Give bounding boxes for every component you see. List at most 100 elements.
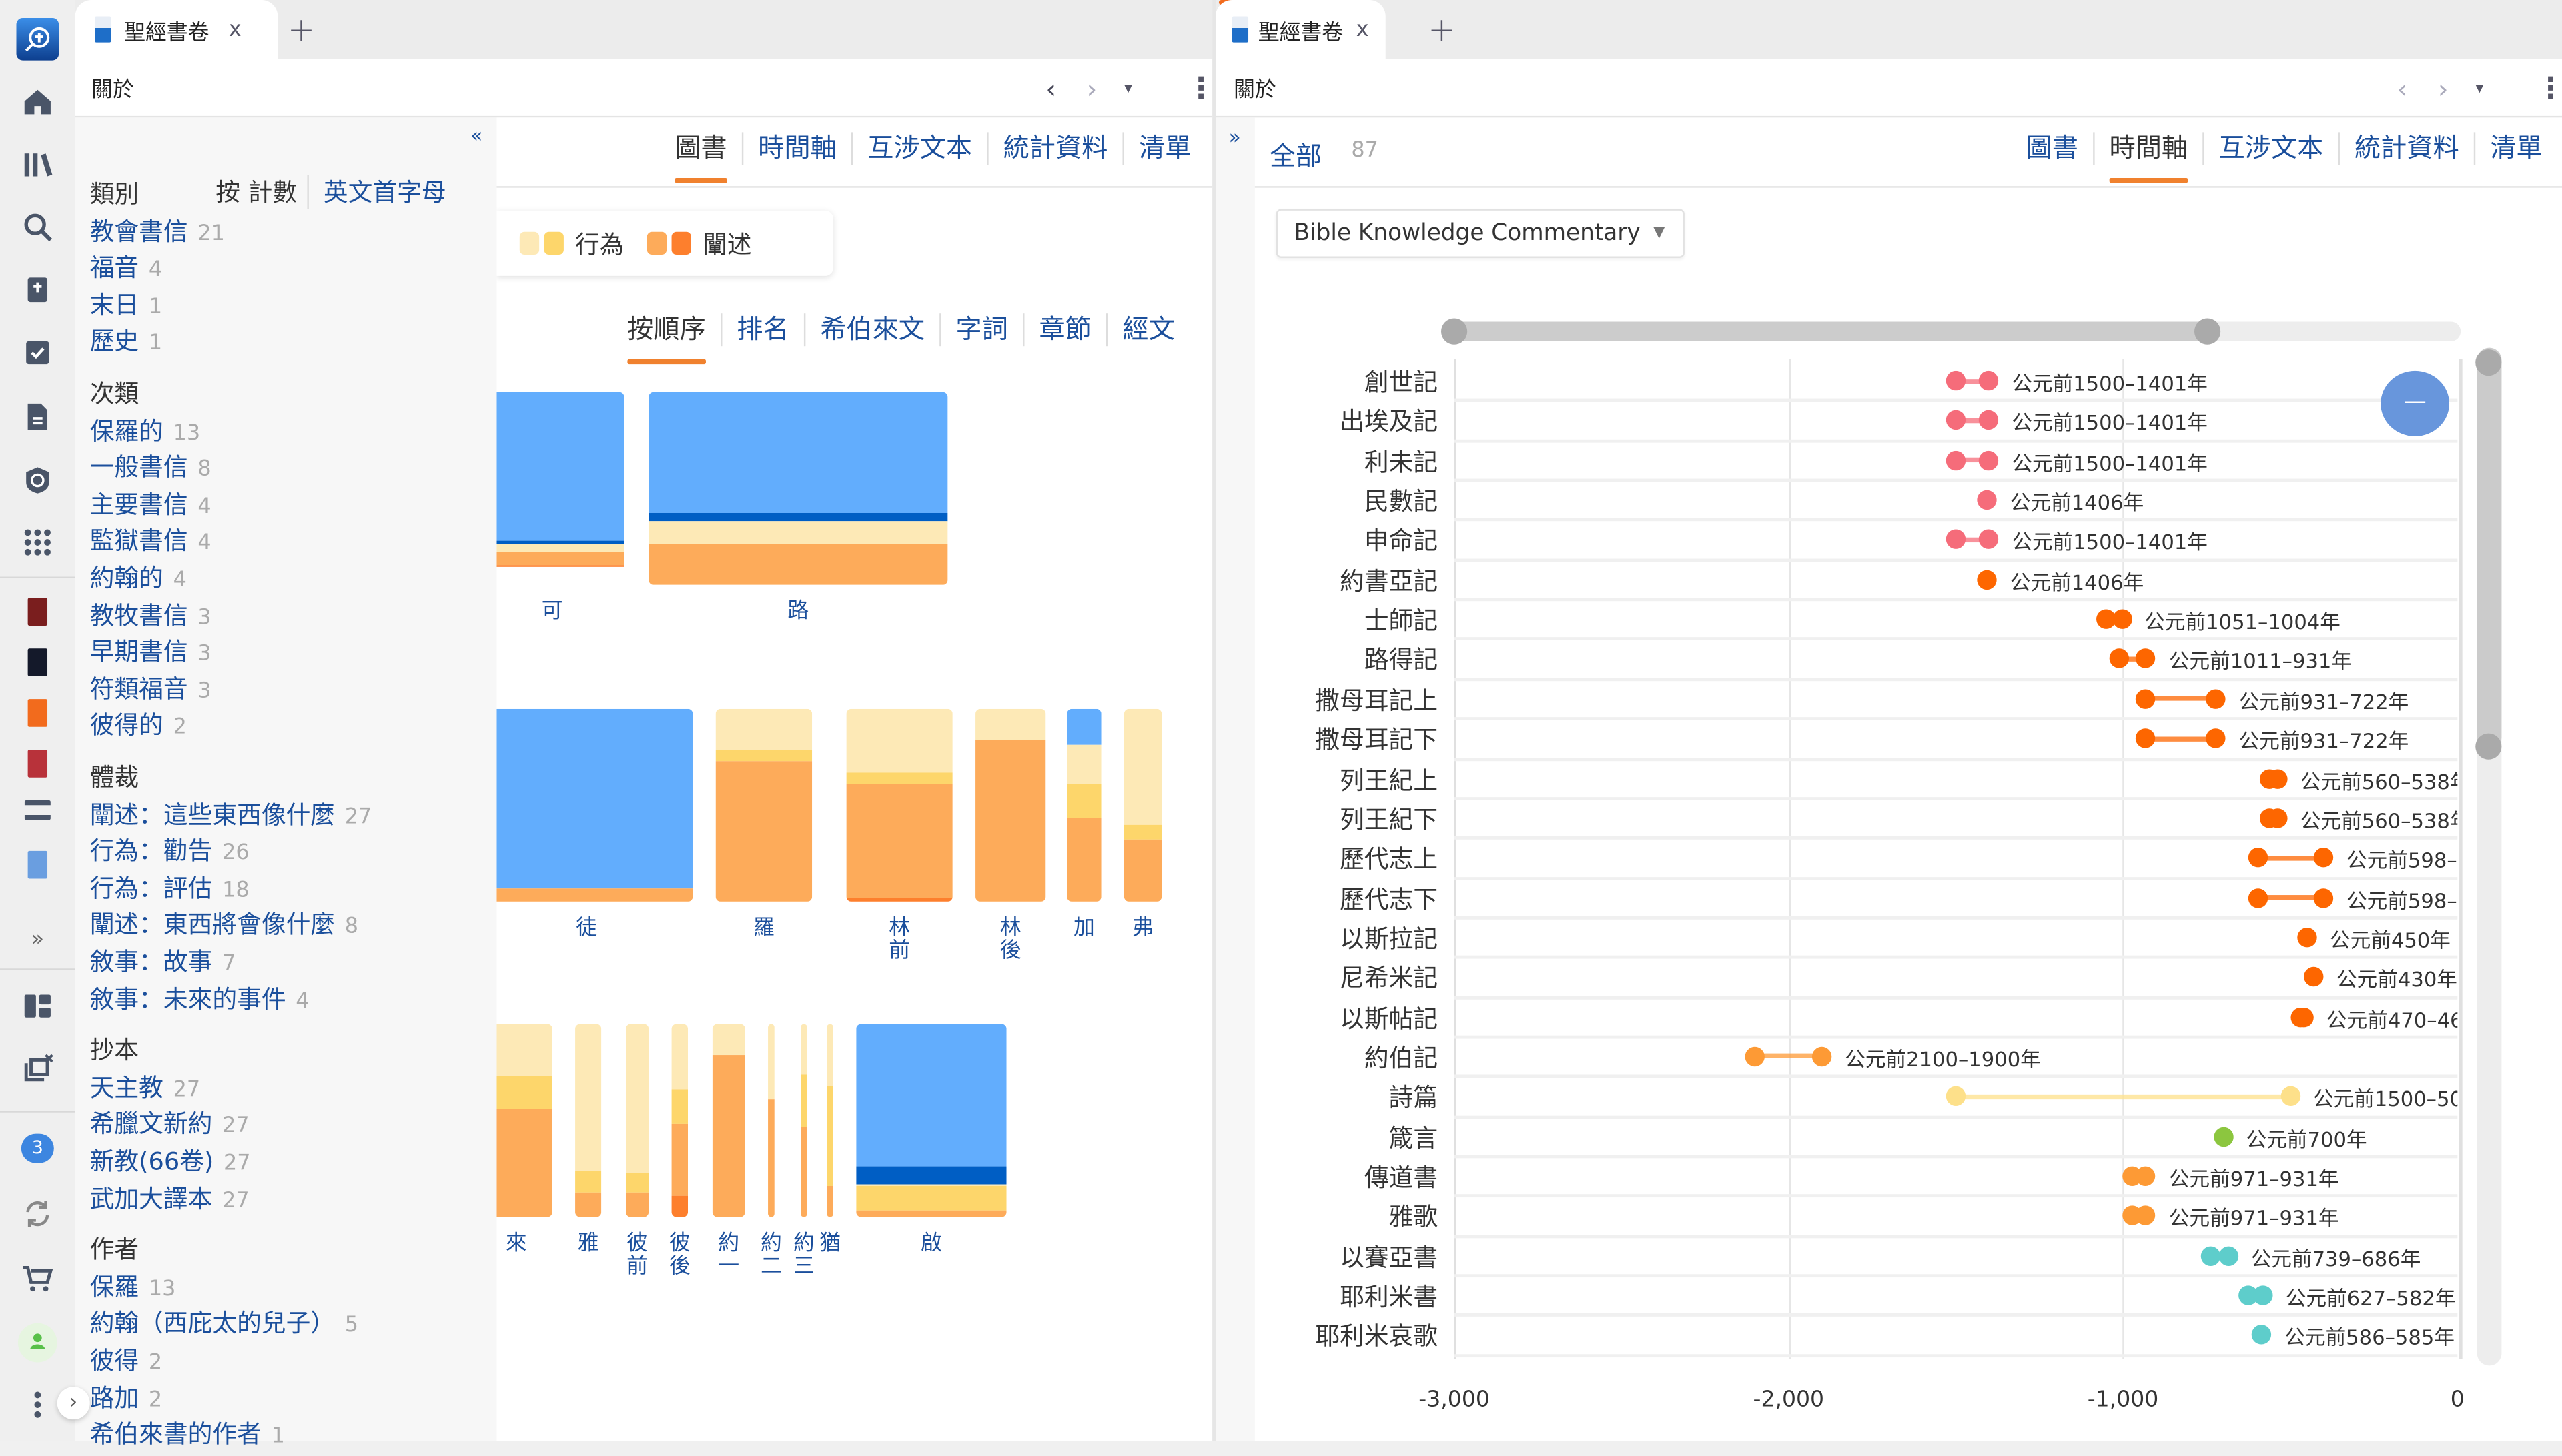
filter-item[interactable]: 行為：勸告 26 [90,833,250,872]
filter-item[interactable]: 保羅的 13 [90,413,200,452]
bible-add-icon[interactable] [18,271,57,311]
treemap-label[interactable]: 啟 [915,1233,947,1256]
treemap-book[interactable] [1124,708,1162,902]
treemap-book[interactable] [575,1024,602,1217]
commentary-select[interactable]: Bible Knowledge Commentary ▼ [1276,209,1685,258]
treemap-label[interactable]: 羅 [747,917,780,940]
sync-icon[interactable] [18,1194,57,1233]
tab-統計資料[interactable]: 統計資料 [987,132,1122,165]
treemap-book[interactable] [712,1024,745,1217]
range-handle-end[interactable] [2193,318,2220,345]
treemap-label[interactable]: 可 [536,600,568,624]
book-thumb-red[interactable] [27,598,48,626]
treemap-book[interactable] [801,1024,807,1217]
zoom-out-button[interactable]: — [2381,370,2450,436]
range-handle-start[interactable] [1441,318,1468,345]
document-icon[interactable] [18,397,57,436]
treemap-book[interactable] [768,1024,775,1217]
expand-appbar-button[interactable]: › [57,1387,90,1420]
filter-item[interactable]: 末日 1 [90,287,162,327]
filter-item[interactable]: 監獄書信 4 [90,524,211,563]
close-tab-button[interactable]: x [1356,17,1369,42]
treemap-book[interactable] [856,1024,1007,1217]
tab-時間軸[interactable]: 時間軸 [741,132,851,165]
treemap-label[interactable]: 弗 [1127,917,1160,940]
filter-item[interactable]: 敘事：故事 7 [90,944,236,984]
history-dropdown[interactable]: ▾ [1124,59,1132,117]
close-panels-icon[interactable] [18,1048,57,1088]
account-icon[interactable] [17,1323,57,1363]
filter-item[interactable]: 保羅 13 [90,1269,176,1308]
treemap-book[interactable] [496,708,693,902]
tab-希伯來文[interactable]: 希伯來文 [803,313,939,347]
filter-item[interactable]: 一般書信 8 [90,450,211,489]
home-icon[interactable] [18,81,57,121]
tab-互涉文本[interactable]: 互涉文本 [851,132,987,165]
treemap-label[interactable]: 林前 [883,917,916,964]
checklist-icon[interactable] [18,333,57,373]
treemap-book[interactable] [625,1024,649,1217]
library-icon[interactable] [18,145,57,185]
filter-item[interactable]: 教會書信 21 [90,213,225,253]
tab-圖書[interactable]: 圖書 [2012,132,2093,165]
tab-清單[interactable]: 清單 [2473,132,2557,165]
filter-item[interactable]: 早期書信 3 [90,634,211,674]
filter-item[interactable]: 行為：評估 18 [90,870,250,910]
filter-item[interactable]: 敘事：未來的事件 4 [90,981,310,1020]
cart-icon[interactable] [18,1259,57,1299]
tab-排名[interactable]: 排名 [720,313,804,347]
filter-item[interactable]: 希臘文新約 27 [90,1107,250,1146]
filter-item[interactable]: 彼得的 2 [90,708,187,747]
more-books-button[interactable]: » [0,928,75,952]
date-range-slider[interactable] [1447,321,2461,341]
shield-icon[interactable] [18,461,57,500]
filter-item[interactable]: 彼得 2 [90,1343,162,1382]
filter-item[interactable]: 希伯來書的作者 1 [90,1417,285,1456]
expand-sidebar-button[interactable]: » [1229,126,1241,149]
panel-menu-button[interactable]: ⋮ [2536,59,2562,117]
book-thumb-stack[interactable] [24,800,51,820]
treemap-book[interactable] [649,392,948,585]
treemap-label[interactable]: 林後 [994,917,1027,964]
filter-item[interactable]: 約翰的 4 [90,560,187,600]
book-thumb-esv[interactable] [27,699,48,727]
history-dropdown[interactable]: ▾ [2475,59,2483,117]
filter-all-link[interactable]: 全部 [1270,134,1322,173]
book-thumb-black[interactable] [27,648,48,676]
filter-item[interactable]: 符類福音 3 [90,671,211,710]
new-tab-button[interactable]: + [1428,10,1455,49]
treemap-label[interactable]: 彼前 [621,1233,654,1279]
treemap-label[interactable]: 徒 [570,917,603,940]
treemap-book[interactable] [715,708,813,902]
treemap-label[interactable]: 約一 [713,1233,745,1279]
tab-統計資料[interactable]: 統計資料 [2338,132,2473,165]
tab-按順序[interactable]: 按順序 [612,313,721,365]
treemap-book[interactable] [975,708,1046,902]
collapse-sidebar-button[interactable]: « [470,124,482,147]
back-button[interactable]: ‹ [1045,59,1056,117]
treemap-label[interactable]: 雅 [572,1233,604,1256]
treemap-label[interactable]: 猶 [814,1233,847,1256]
treemap-label[interactable]: 約二 [755,1233,787,1279]
filter-item[interactable]: 約翰（西庇太的兒子） 5 [90,1306,358,1345]
search-icon[interactable] [18,207,57,247]
layout-icon[interactable] [18,986,57,1026]
scrollbar-thumb[interactable] [2477,347,2502,750]
forward-button[interactable]: › [2438,59,2449,117]
tab-圖書[interactable]: 圖書 [660,132,741,183]
book-thumb-blue[interactable] [27,850,48,879]
tab-bible-books[interactable]: 聖經書卷 x [1216,0,1386,59]
treemap-book[interactable] [827,1024,833,1217]
new-tab-button[interactable]: + [288,10,315,49]
treemap-label[interactable]: 路 [782,600,815,624]
filter-item[interactable]: 武加大譯本 27 [90,1181,250,1220]
filter-item[interactable]: 福音 4 [90,250,162,289]
treemap-label[interactable]: 來 [500,1233,532,1256]
notification-badge[interactable]: 3 [21,1133,54,1163]
treemap-book[interactable] [846,708,953,902]
filter-item[interactable]: 闡述：這些東西像什麼 27 [90,796,372,836]
filter-item[interactable]: 天主教 27 [90,1070,200,1109]
tab-時間軸[interactable]: 時間軸 [2093,132,2202,183]
treemap-book[interactable] [1067,708,1102,902]
close-tab-button[interactable]: x [229,17,242,42]
